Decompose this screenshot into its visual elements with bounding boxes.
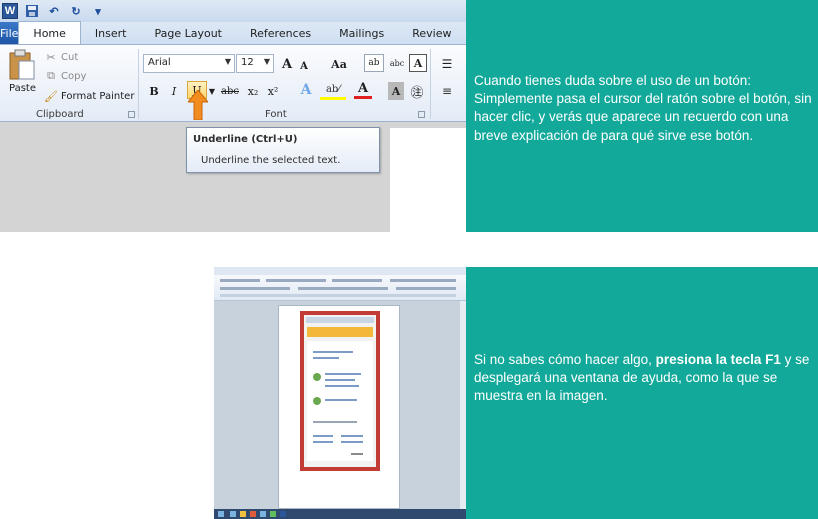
tooltip-explanation-text: Cuando tienes duda sobre el uso de un bo…: [474, 73, 812, 143]
tab-file[interactable]: File: [0, 22, 19, 44]
superscript-button[interactable]: x²: [264, 82, 282, 100]
word-ribbon-screenshot: W ↶ ↻ ▾ File Home Insert Page Layout Ref…: [0, 0, 466, 232]
ribbon-home: Paste ✂ Cut ⧉ Copy 🖌 Format Painter Clip…: [0, 44, 466, 122]
tab-mailings[interactable]: Mailings: [325, 22, 398, 44]
font-color-icon[interactable]: A: [354, 81, 372, 99]
chevron-down-icon: ▼: [224, 57, 231, 66]
customize-toolbar-icon[interactable]: ▾: [90, 3, 106, 19]
align-left-icon[interactable]: ≡: [438, 82, 456, 100]
font-name-select[interactable]: Arial ▼: [143, 54, 235, 73]
clear-formatting-icon: ab: [368, 58, 380, 68]
tab-insert[interactable]: Insert: [81, 22, 141, 44]
taskbar-app-icon[interactable]: [250, 511, 256, 517]
tab-references[interactable]: References: [236, 22, 325, 44]
tooltip-explanation-panel: Cuando tienes duda sobre el uso de un bo…: [466, 0, 818, 232]
help-text-key: presiona la tecla F1: [655, 352, 781, 367]
change-case-button[interactable]: Aa: [326, 55, 352, 73]
cut-button[interactable]: ✂ Cut: [45, 50, 79, 64]
word-logo-icon[interactable]: W: [2, 3, 18, 19]
save-icon[interactable]: [24, 3, 40, 19]
format-painter-label: Format Painter: [61, 90, 135, 102]
window-titlebar: [214, 267, 466, 275]
group-divider: [138, 49, 139, 119]
shrink-font-button[interactable]: A: [297, 57, 311, 75]
group-divider: [430, 49, 431, 119]
help-text-start: Si no sabes cómo hacer algo,: [474, 352, 656, 367]
subscript-button[interactable]: x₂: [244, 82, 262, 100]
strikethrough-button[interactable]: abc: [220, 82, 240, 100]
tooltip: Underline (Ctrl+U) Underline the selecte…: [186, 127, 380, 173]
taskbar-app-icon[interactable]: [280, 511, 286, 517]
tooltip-title: Underline (Ctrl+U): [193, 134, 298, 145]
phonetic-guide-button[interactable]: abc: [387, 54, 407, 72]
help-window-highlight: [300, 311, 380, 471]
tab-page-layout[interactable]: Page Layout: [140, 22, 236, 44]
start-icon[interactable]: [218, 511, 224, 517]
ribbon-tabs: File Home Insert Page Layout References …: [0, 21, 466, 44]
help-explanation-panel: Si no sabes cómo hacer algo, presiona la…: [466, 267, 818, 519]
text-effects-icon[interactable]: A: [294, 81, 318, 99]
text-highlight-icon[interactable]: ab⁄: [320, 82, 346, 100]
paste-label: Paste: [9, 83, 36, 94]
help-window-header: [307, 327, 373, 337]
bold-button[interactable]: B: [146, 82, 162, 100]
tooltip-description: Underline the selected text.: [201, 155, 341, 166]
taskbar-app-icon[interactable]: [270, 511, 276, 517]
word-help-screenshot: [214, 267, 466, 519]
tab-home[interactable]: Home: [18, 21, 81, 44]
phonetic-guide-icon: abc: [389, 58, 405, 68]
cut-label: Cut: [61, 51, 79, 63]
clipboard-launcher-icon[interactable]: [128, 111, 135, 118]
format-painter-button[interactable]: 🖌 Format Painter: [44, 89, 135, 103]
character-shading-icon[interactable]: A: [388, 82, 404, 100]
chevron-down-icon[interactable]: ▼: [208, 82, 216, 100]
ribbon-thumbnail: [214, 275, 466, 301]
paste-icon: [9, 49, 35, 80]
taskbar-app-icon[interactable]: [260, 511, 266, 517]
taskbar-app-icon[interactable]: [240, 511, 246, 517]
chevron-down-icon: ▼: [263, 57, 270, 66]
enclose-characters-icon[interactable]: ㊟: [408, 82, 426, 101]
font-name-value: Arial: [148, 57, 171, 68]
redo-icon[interactable]: ↻: [68, 3, 84, 19]
character-border-icon: A: [413, 56, 423, 70]
quick-access-toolbar: W ↶ ↻ ▾: [0, 0, 466, 22]
help-explanation-text: Si no sabes cómo hacer algo, presiona la…: [474, 351, 814, 406]
taskbar-app-icon[interactable]: [230, 511, 236, 517]
document-page: [390, 128, 466, 232]
copy-icon: ⧉: [47, 69, 55, 82]
help-window-content: [307, 341, 373, 461]
italic-button[interactable]: I: [166, 82, 182, 100]
bullets-icon[interactable]: ☰: [438, 55, 456, 73]
clipboard-group-label: Clipboard: [36, 109, 84, 120]
pointer-arrow-icon: [188, 90, 208, 120]
undo-icon[interactable]: ↶: [46, 3, 62, 19]
paintbrush-icon: 🖌: [44, 89, 58, 103]
copy-label: Copy: [61, 70, 87, 82]
font-launcher-icon[interactable]: [418, 111, 425, 118]
taskbar: [214, 509, 466, 519]
copy-button[interactable]: ⧉ Copy: [45, 69, 87, 82]
help-window-titlebar: [306, 317, 374, 323]
font-size-select[interactable]: 12 ▼: [236, 54, 274, 73]
grow-font-button[interactable]: A: [279, 55, 295, 73]
font-group-label: Font: [265, 109, 287, 120]
clear-formatting-button[interactable]: ab: [364, 54, 384, 72]
character-border-button[interactable]: A: [409, 54, 427, 72]
scissors-icon: ✂: [46, 50, 56, 64]
tab-review[interactable]: Review: [398, 22, 465, 44]
font-size-value: 12: [241, 57, 254, 68]
slide: W ↶ ↻ ▾ File Home Insert Page Layout Ref…: [0, 0, 818, 519]
